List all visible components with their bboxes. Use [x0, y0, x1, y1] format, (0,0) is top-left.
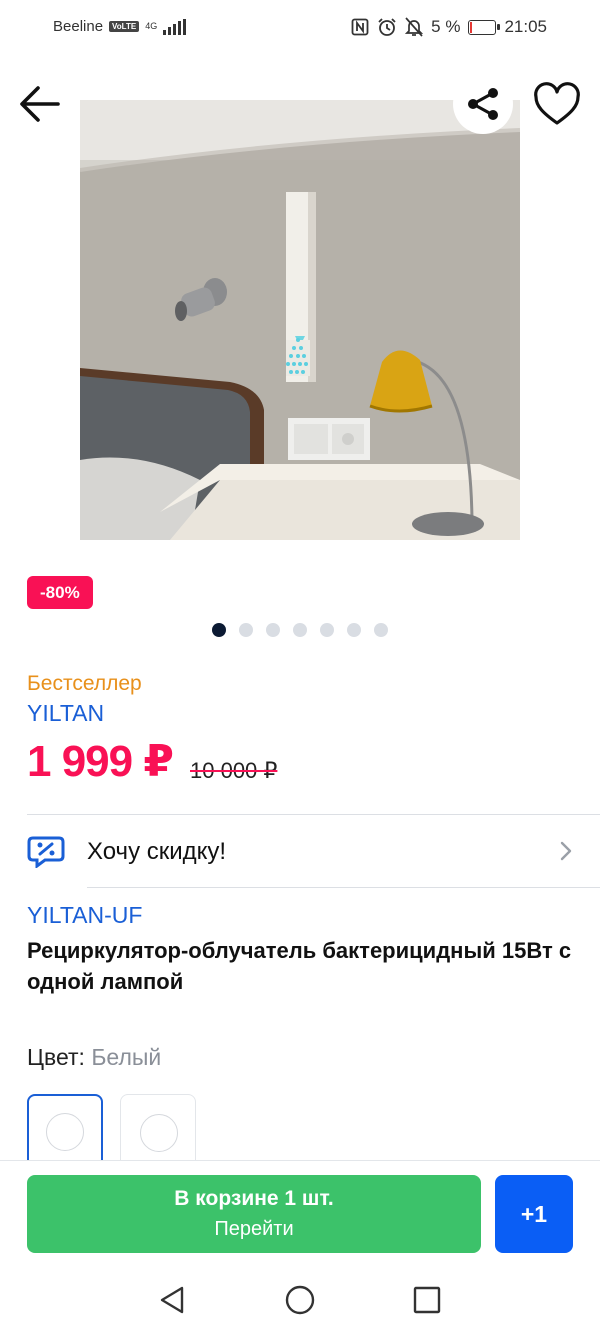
color-value: Белый — [91, 1044, 162, 1070]
alarm-icon — [378, 18, 396, 36]
color-swatch-selected[interactable] — [27, 1094, 103, 1170]
percent-badge-icon — [27, 836, 65, 868]
go-to-cart-button[interactable]: В корзине 1 шт. Перейти — [27, 1175, 481, 1253]
current-price: 1 999 ₽ — [27, 737, 174, 786]
gallery-dot[interactable] — [320, 623, 334, 637]
old-price: 10 000 ₽ — [190, 758, 278, 783]
swatch-circle — [46, 1113, 84, 1151]
system-nav-bar — [0, 1268, 600, 1332]
gallery-dot[interactable] — [293, 623, 307, 637]
status-right: 5 % 21:05 — [351, 17, 547, 37]
back-button[interactable] — [18, 82, 62, 126]
gallery-dot[interactable] — [347, 623, 361, 637]
volte-badge: VoLTE — [109, 21, 140, 32]
battery-icon — [468, 19, 501, 35]
nav-back-icon[interactable] — [156, 1284, 188, 1316]
product-title: Рециркулятор-облучатель бактерицидный 15… — [27, 938, 572, 994]
nav-home-icon[interactable] — [284, 1284, 316, 1316]
color-label-text: Цвет: — [27, 1044, 85, 1070]
color-label: Цвет: Белый — [27, 1044, 161, 1071]
discount-badge: -80% — [27, 576, 93, 609]
bestseller-label: Бестселлер — [27, 672, 142, 695]
share-button[interactable] — [453, 74, 513, 134]
color-swatch[interactable] — [120, 1094, 196, 1170]
swatch-circle — [140, 1114, 178, 1152]
gallery-dot[interactable] — [266, 623, 280, 637]
share-icon — [468, 88, 498, 120]
gallery-dot[interactable] — [212, 623, 226, 637]
nav-recents-icon[interactable] — [411, 1284, 443, 1316]
gallery-dot[interactable] — [239, 623, 253, 637]
heart-icon — [534, 82, 580, 125]
chevron-right-icon — [560, 841, 572, 861]
favorite-button[interactable] — [532, 80, 582, 130]
clock: 21:05 — [504, 17, 547, 36]
arrow-left-icon — [20, 86, 60, 122]
nfc-icon — [351, 18, 369, 36]
add-one-button[interactable]: +1 — [495, 1175, 573, 1253]
model-link[interactable]: YILTAN-UF — [27, 902, 142, 929]
mute-bell-icon — [405, 17, 424, 37]
status-bar: Beeline VoLTE 4G 5 % 21:05 — [0, 0, 600, 60]
gallery-pagination[interactable] — [0, 623, 600, 637]
brand-link[interactable]: YILTAN — [27, 700, 104, 727]
battery-percent: 5 % — [431, 17, 461, 36]
discount-request-row[interactable]: Хочу скидку! — [0, 815, 600, 887]
discount-request-label: Хочу скидку! — [87, 838, 227, 865]
carrier-name: Beeline — [53, 18, 104, 35]
cart-go-label: Перейти — [214, 1218, 294, 1240]
product-photo[interactable] — [80, 100, 520, 540]
status-left: Beeline VoLTE 4G — [53, 18, 187, 35]
network-type: 4G — [145, 21, 158, 31]
bottom-action-bar: В корзине 1 шт. Перейти +1 — [0, 1160, 600, 1269]
divider-bottom — [87, 887, 600, 888]
gallery-dot[interactable] — [374, 623, 388, 637]
signal-icon — [163, 18, 187, 35]
cart-status-label: В корзине 1 шт. — [174, 1187, 334, 1210]
